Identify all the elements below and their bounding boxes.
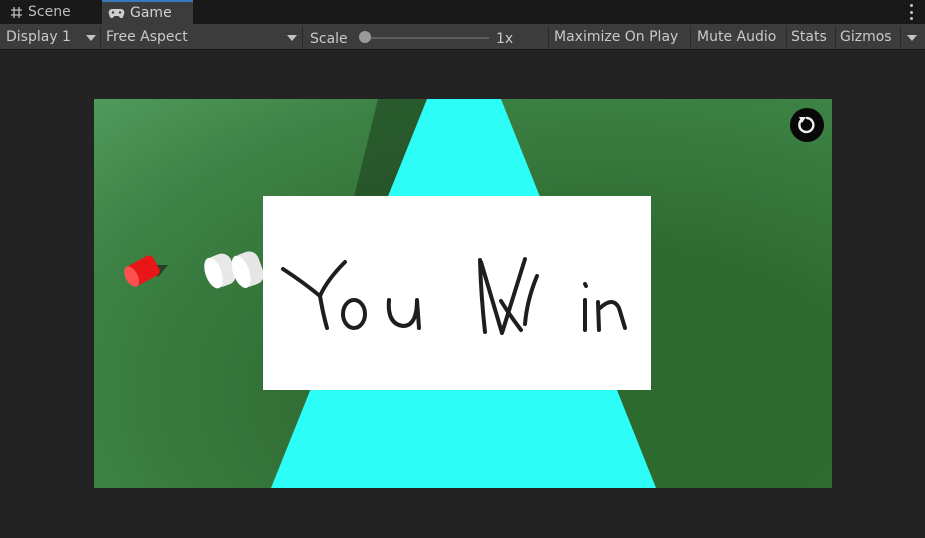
gizmos-toggle[interactable]: Gizmos bbox=[840, 24, 892, 50]
aspect-dropdown[interactable]: Free Aspect bbox=[106, 24, 188, 50]
scale-slider-handle[interactable] bbox=[359, 31, 371, 43]
mute-audio-toggle[interactable]: Mute Audio bbox=[697, 24, 776, 50]
scale-label: Scale bbox=[310, 26, 348, 52]
restart-button[interactable] bbox=[790, 108, 824, 142]
grid-hash-icon bbox=[10, 6, 23, 19]
divider bbox=[786, 26, 787, 48]
display-dropdown-label: Display 1 bbox=[6, 29, 71, 45]
tab-label: Scene bbox=[28, 4, 71, 20]
more-options-icon[interactable] bbox=[909, 4, 913, 20]
game-viewport[interactable]: You Win bbox=[94, 99, 832, 488]
mute-audio-label: Mute Audio bbox=[697, 29, 777, 45]
restart-icon bbox=[798, 116, 815, 134]
scale-value: 1x bbox=[496, 26, 513, 52]
player-cylinder bbox=[124, 255, 160, 287]
divider bbox=[690, 26, 691, 48]
divider bbox=[900, 26, 901, 48]
divider bbox=[100, 26, 101, 48]
tab-game[interactable]: Game bbox=[102, 0, 193, 24]
aspect-dropdown-label: Free Aspect bbox=[106, 29, 188, 45]
gizmos-label: Gizmos bbox=[840, 29, 892, 45]
divider bbox=[835, 26, 836, 48]
maximize-on-play-label: Maximize On Play bbox=[554, 29, 679, 45]
maximize-on-play-toggle[interactable]: Maximize On Play bbox=[554, 24, 678, 50]
scale-value-text: 1x bbox=[496, 31, 514, 47]
win-message-text: You Win bbox=[455, 375, 459, 377]
stats-toggle[interactable]: Stats bbox=[791, 24, 827, 50]
tab-scene[interactable]: Scene bbox=[10, 0, 71, 24]
display-dropdown[interactable]: Display 1 bbox=[6, 24, 71, 50]
obstacle-cylinders bbox=[204, 251, 264, 289]
divider bbox=[302, 26, 303, 48]
scale-slider-track[interactable] bbox=[364, 37, 489, 39]
scale-label-text: Scale bbox=[310, 31, 348, 47]
gizmos-dropdown-arrow-icon[interactable] bbox=[907, 35, 917, 41]
stats-label: Stats bbox=[791, 29, 827, 45]
divider bbox=[548, 26, 549, 48]
tab-label: Game bbox=[130, 5, 172, 21]
gamepad-icon bbox=[108, 8, 125, 19]
chevron-down-icon bbox=[287, 35, 297, 41]
win-message-handwriting: You Win bbox=[281, 257, 627, 377]
chevron-down-icon bbox=[86, 35, 96, 41]
win-panel: You Win bbox=[263, 196, 651, 390]
tab-bar: Scene Game bbox=[0, 0, 925, 24]
